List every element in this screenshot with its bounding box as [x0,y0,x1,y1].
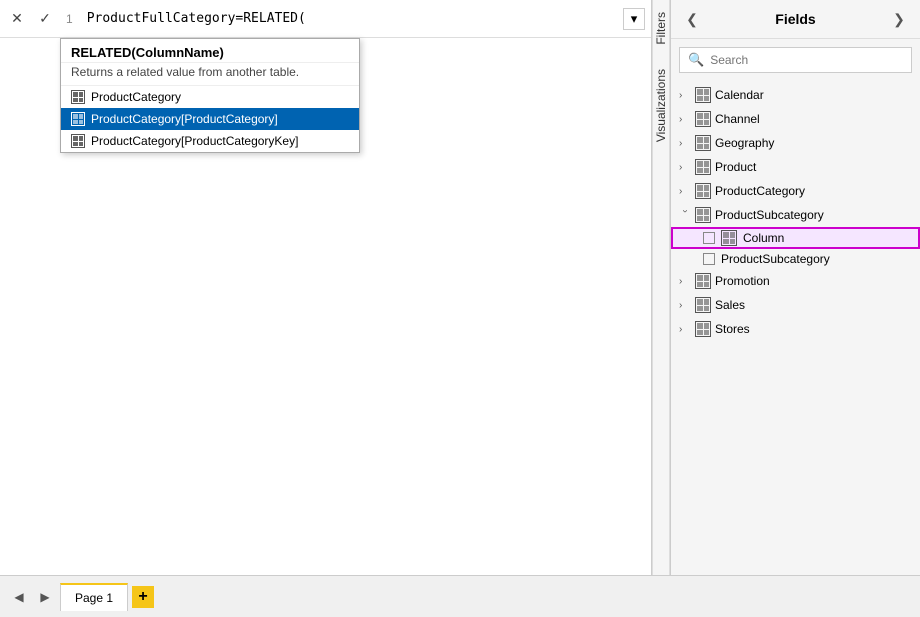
next-page-button[interactable]: ▶ [34,586,56,608]
field-group-channel-header[interactable]: › Channel [671,107,920,131]
formula-dropdown-button[interactable]: ▾ [623,8,645,30]
cancel-button[interactable]: ✕ [6,8,28,30]
field-group-geography: › Geography [671,131,920,155]
autocomplete-item-3[interactable]: ProductCategory[ProductCategoryKey] [61,130,359,152]
search-icon: 🔍 [688,52,704,68]
autocomplete-item-3-label: ProductCategory[ProductCategoryKey] [91,134,298,148]
table-icon-3 [71,134,85,148]
formula-input[interactable] [83,9,617,28]
panel-expand-button[interactable]: ❯ [888,8,910,30]
fields-panel: ❮ Fields ❯ 🔍 › Calendar [670,0,920,575]
field-group-productcategory-label: ProductCategory [715,184,805,198]
field-group-sales: › Sales [671,293,920,317]
field-group-sales-label: Sales [715,298,745,312]
table-icon-promotion [695,273,711,289]
autocomplete-header: RELATED(ColumnName) [61,39,359,63]
autocomplete-item-1[interactable]: ProductCategory [61,86,359,108]
field-group-promotion-header[interactable]: › Promotion [671,269,920,293]
prev-page-button[interactable]: ◀ [8,586,30,608]
chevron-productcategory-icon: › [679,186,691,197]
autocomplete-popup: RELATED(ColumnName) Returns a related va… [60,38,360,153]
field-group-product-header[interactable]: › Product [671,155,920,179]
table-icon-channel [695,111,711,127]
table-icon-product [695,159,711,175]
chevron-channel-icon: › [679,114,691,125]
chevron-product-icon: › [679,162,691,173]
chevron-stores-icon: › [679,324,691,335]
field-group-productcategory: › ProductCategory [671,179,920,203]
field-group-productsubcategory-label: ProductSubcategory [715,208,824,222]
field-group-productsubcategory-header[interactable]: › ProductSubcategory [671,203,920,227]
tab-visualizations[interactable]: Visualizations [651,57,671,154]
confirm-button[interactable]: ✓ [34,8,56,30]
line-number: 1 [62,12,77,26]
field-item-column[interactable]: Column [671,227,920,249]
bottom-bar: ◀ ▶ Page 1 + [0,575,920,617]
tab-filters[interactable]: Filters [651,0,671,57]
chevron-promotion-icon: › [679,276,691,287]
autocomplete-item-2-label: ProductCategory[ProductCategory] [91,112,278,126]
field-group-calendar: › Calendar [671,83,920,107]
field-checkbox-productsubcategory[interactable] [703,253,715,265]
table-icon-geography [695,135,711,151]
field-group-stores: › Stores [671,317,920,341]
field-label-column: Column [743,231,784,245]
search-box: 🔍 [679,47,912,73]
fields-panel-title: Fields [775,11,815,27]
table-icon-calendar [695,87,711,103]
table-icon-stores [695,321,711,337]
editor-body: RELATED(ColumnName) Returns a related va… [0,38,651,575]
field-group-product: › Product [671,155,920,179]
field-group-calendar-header[interactable]: › Calendar [671,83,920,107]
field-group-product-label: Product [715,160,756,174]
autocomplete-description: Returns a related value from another tab… [61,63,359,86]
field-group-promotion: › Promotion [671,269,920,293]
autocomplete-list: ProductCategory ProductCategory[ProductC… [61,86,359,152]
chevron-sales-icon: › [679,300,691,311]
table-icon-productcategory [695,183,711,199]
field-checkbox-column[interactable] [703,232,715,244]
autocomplete-item-1-label: ProductCategory [91,90,181,104]
field-group-stores-header[interactable]: › Stores [671,317,920,341]
side-tabs-panel: Filters Visualizations [652,0,670,575]
table-icon-2 [71,112,85,126]
chevron-calendar-icon: › [679,90,691,101]
field-group-productsubcategory: › ProductSubcategory Column [671,203,920,269]
add-page-button[interactable]: + [132,586,154,608]
field-table-icon-column [721,230,737,246]
field-group-channel-label: Channel [715,112,760,126]
field-group-channel: › Channel [671,107,920,131]
field-group-calendar-label: Calendar [715,88,764,102]
field-group-geography-label: Geography [715,136,774,150]
table-icon-1 [71,90,85,104]
chevron-geography-icon: › [679,138,691,149]
field-group-productcategory-header[interactable]: › ProductCategory [671,179,920,203]
fields-list: › Calendar › Channel [671,81,920,575]
table-icon-sales [695,297,711,313]
field-group-stores-label: Stores [715,322,750,336]
field-label-productsubcategory: ProductSubcategory [721,252,830,266]
chevron-productsubcategory-icon: › [680,209,691,221]
field-item-productsubcategory[interactable]: ProductSubcategory [671,249,920,269]
table-icon-productsubcategory [695,207,711,223]
formula-bar: ✕ ✓ 1 ▾ [0,0,651,38]
field-group-promotion-label: Promotion [715,274,770,288]
search-input[interactable] [710,53,903,67]
panel-collapse-button[interactable]: ❮ [681,8,703,30]
page-tab-1[interactable]: Page 1 [60,583,128,611]
fields-panel-header: ❮ Fields ❯ [671,0,920,39]
autocomplete-item-2[interactable]: ProductCategory[ProductCategory] [61,108,359,130]
field-group-geography-header[interactable]: › Geography [671,131,920,155]
field-group-sales-header[interactable]: › Sales [671,293,920,317]
